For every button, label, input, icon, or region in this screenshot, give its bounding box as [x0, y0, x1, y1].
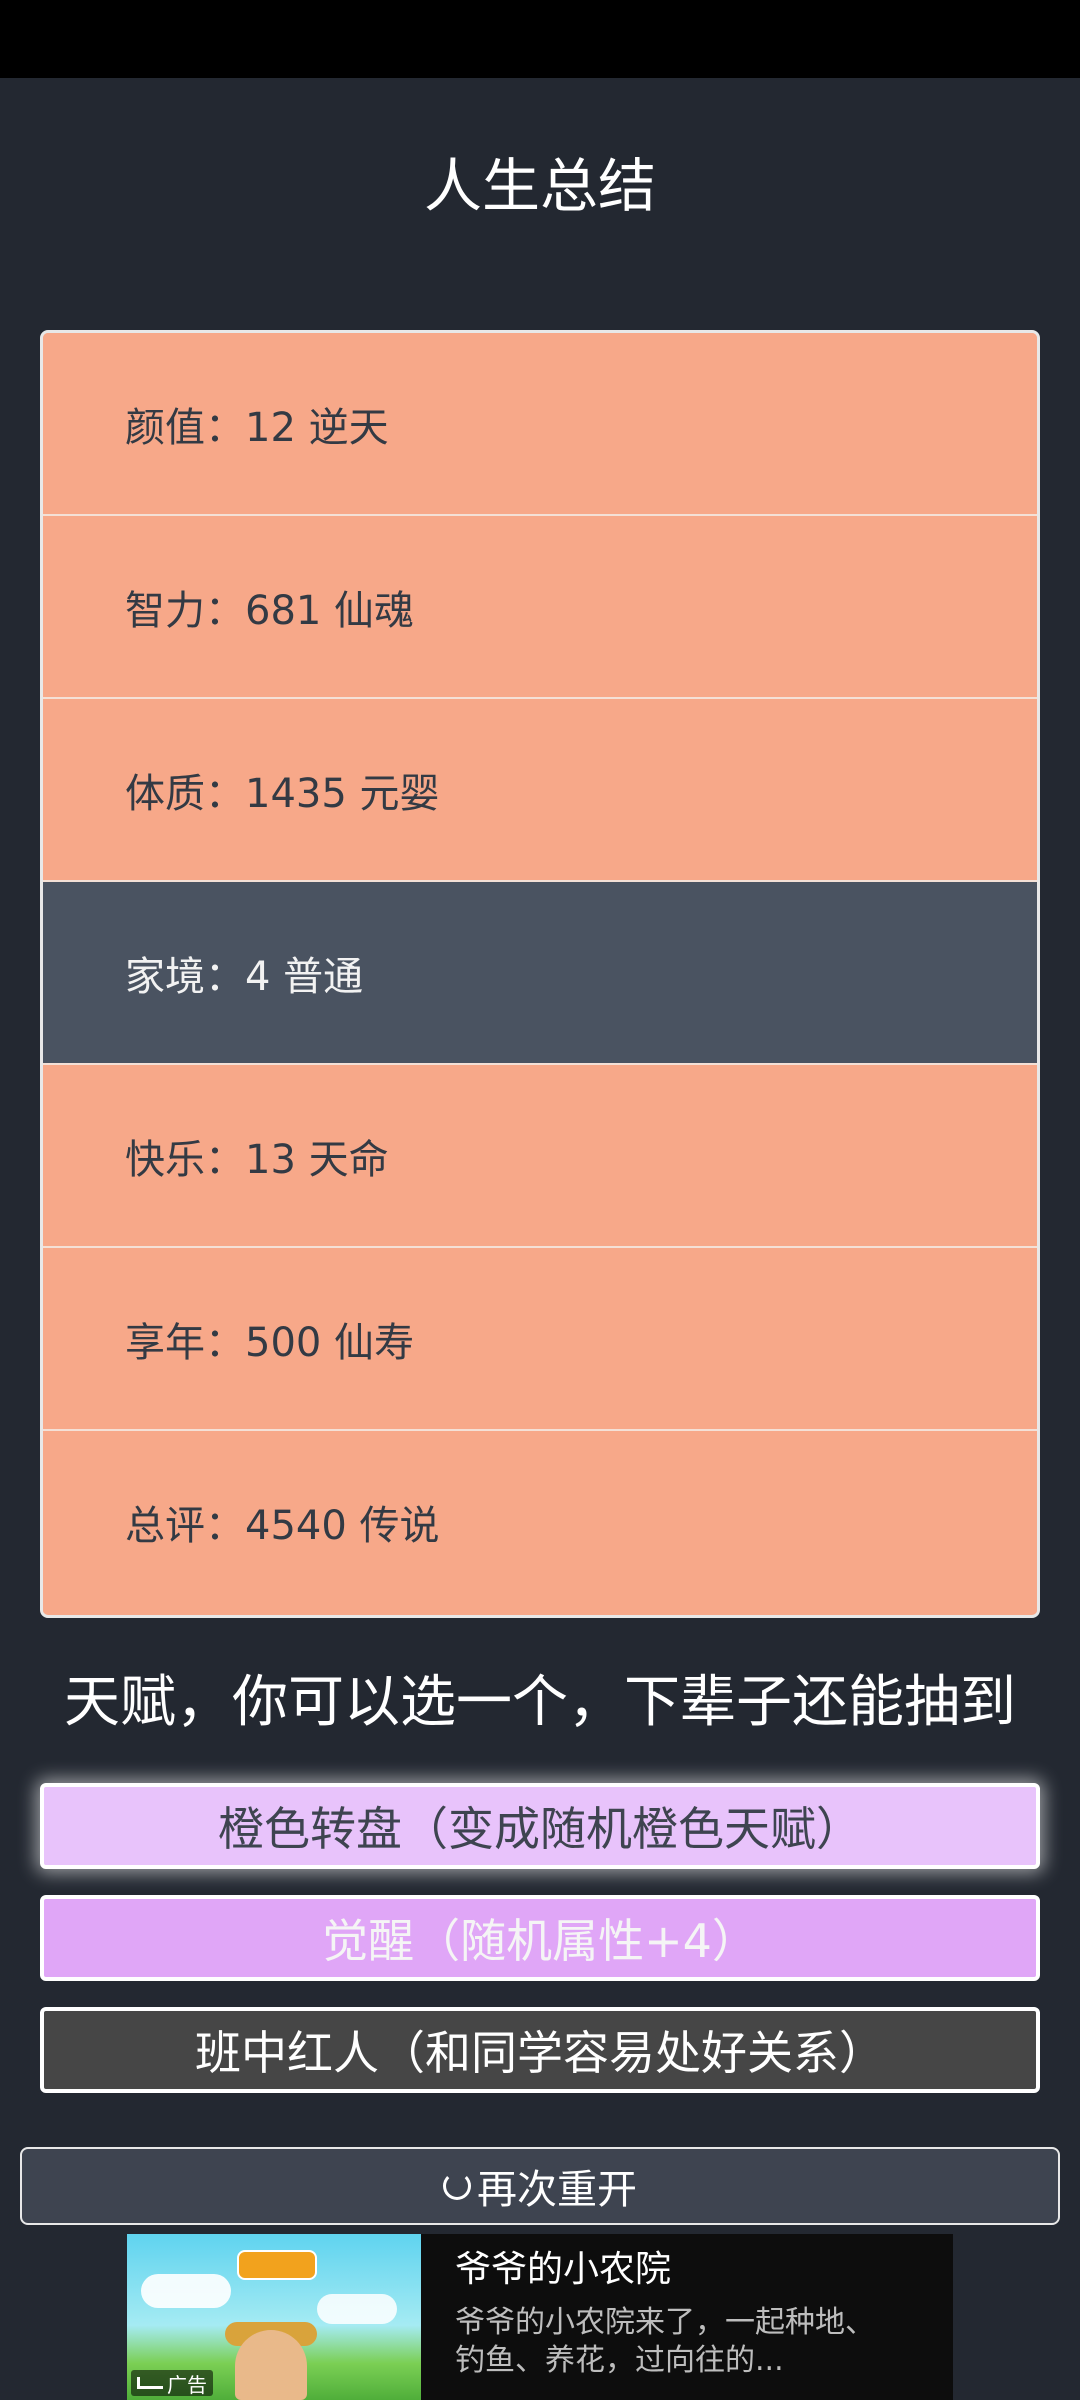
ad-thumbnail: 广告 [127, 2234, 421, 2400]
stat-intelligence: 智力：681 仙魂 [43, 516, 1037, 699]
ad-tag: 广告 [131, 2370, 213, 2397]
restart-button[interactable]: 再次重开 [20, 2147, 1060, 2225]
ad-logo-icon [137, 2377, 163, 2389]
cloud-shape [141, 2274, 231, 2308]
cloud-shape [317, 2294, 397, 2324]
talent-option-orange-wheel[interactable]: 橙色转盘（变成随机橙色天赋） [40, 1783, 1040, 1869]
ad-tag-label: 广告 [167, 2372, 207, 2397]
farmer-character [235, 2330, 307, 2400]
ad-banner[interactable]: 广告 爷爷的小农院 爷爷的小农院来了，一起种地、钓鱼、养花，过向往的... [127, 2234, 953, 2400]
status-bar [0, 0, 1080, 78]
restart-label: 再次重开 [477, 2167, 637, 2213]
stat-family: 家境：4 普通 [43, 882, 1037, 1065]
talent-heading: 天赋，你可以选一个，下辈子还能抽到 [64, 1670, 1016, 1735]
ad-description: 爷爷的小农院来了，一起种地、钓鱼、养花，过向往的... [455, 2305, 875, 2378]
stat-happiness: 快乐：13 天命 [43, 1065, 1037, 1248]
ad-title: 爷爷的小农院 [455, 2249, 672, 2290]
page-title: 人生总结 [423, 152, 656, 220]
talent-option-awakening[interactable]: 觉醒（随机属性+4） [40, 1895, 1040, 1981]
stat-lifespan: 享年：500 仙寿 [43, 1248, 1037, 1431]
talent-option-class-favorite[interactable]: 班中红人（和同学容易处好关系） [40, 2007, 1040, 2093]
stat-appearance: 颜值：12 逆天 [43, 333, 1037, 516]
stats-panel: 颜值：12 逆天 智力：681 仙魂 体质：1435 元婴 家境：4 普通 快乐… [40, 330, 1040, 1618]
stat-constitution: 体质：1435 元婴 [43, 699, 1037, 882]
stat-overall: 总评：4540 传说 [43, 1431, 1037, 1613]
game-logo [237, 2250, 317, 2280]
refresh-icon [443, 2172, 471, 2200]
